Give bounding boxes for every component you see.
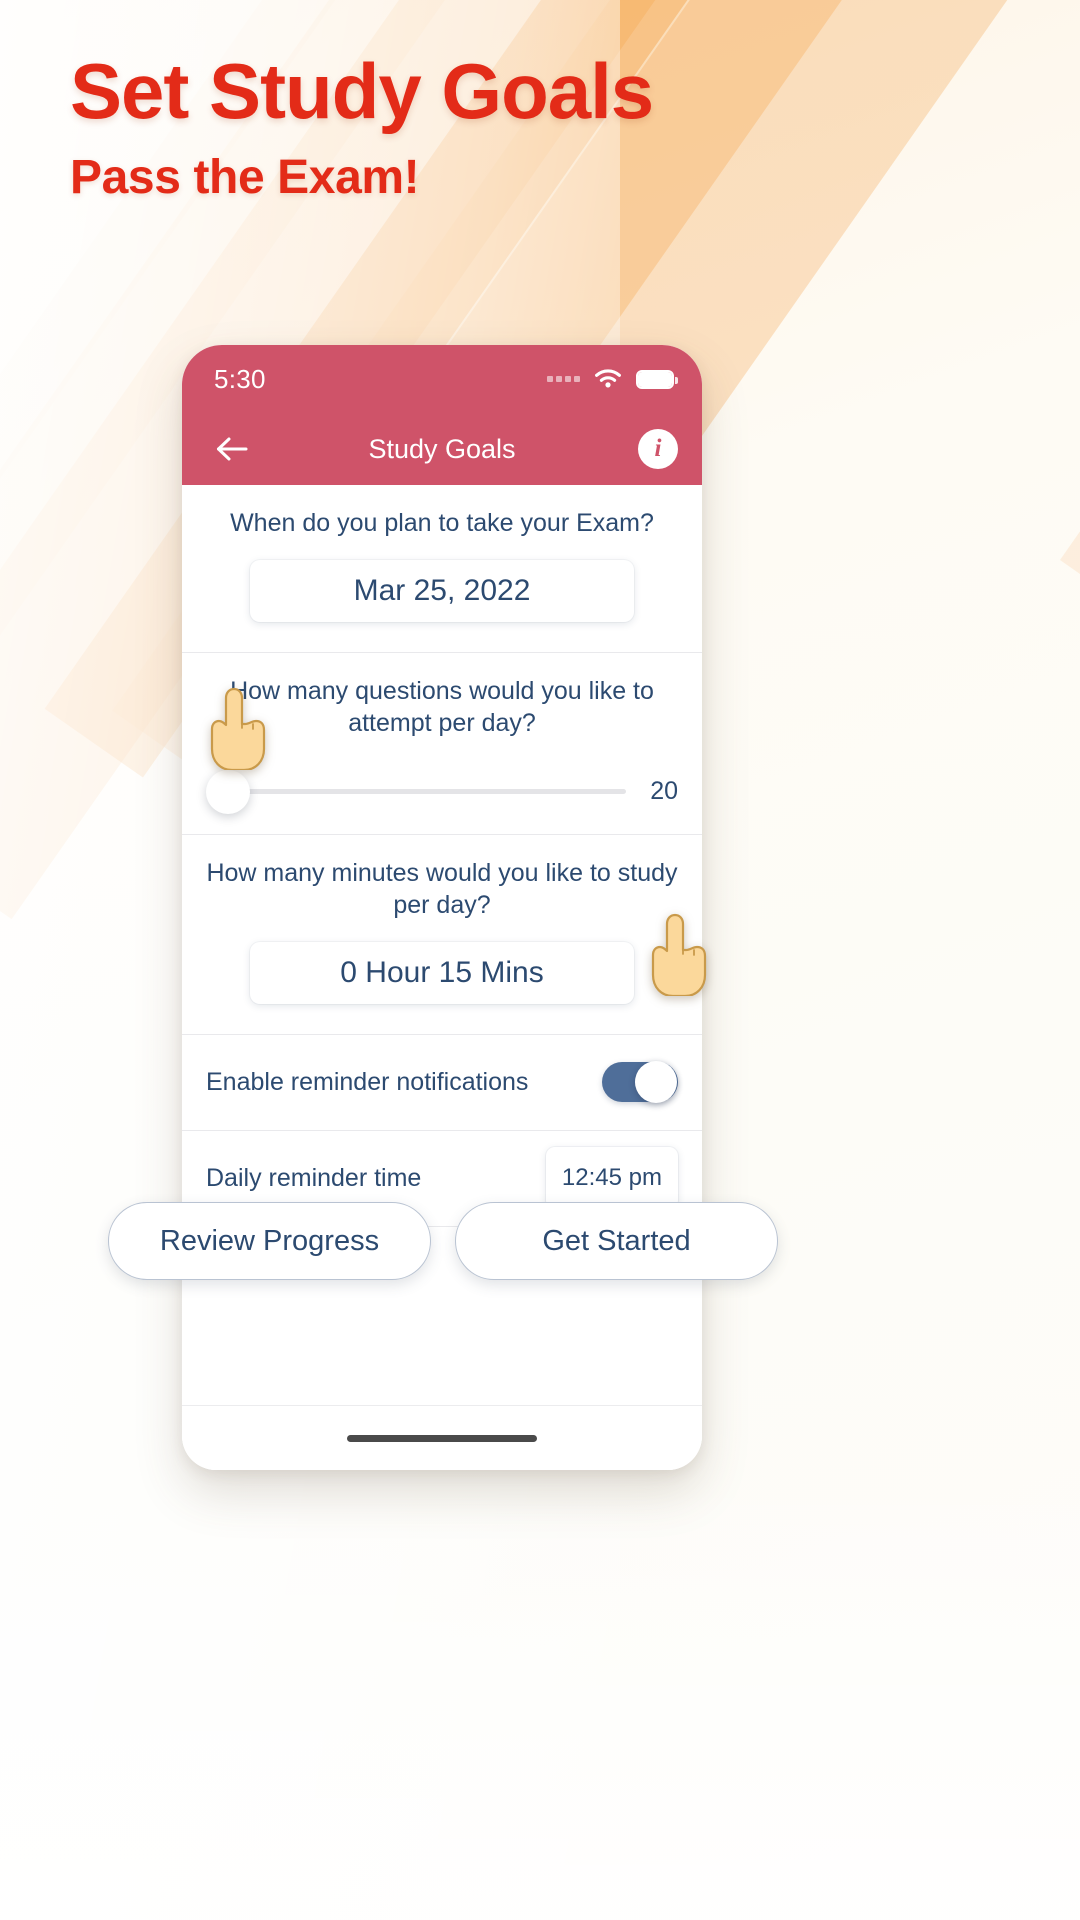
section-minutes-per-day: How many minutes would you like to study… xyxy=(182,835,702,1035)
background-stripe xyxy=(1060,437,1080,1019)
minutes-per-day-question: How many minutes would you like to study… xyxy=(206,858,678,920)
wifi-icon xyxy=(595,369,621,388)
slider-track xyxy=(210,789,626,794)
review-progress-button[interactable]: Review Progress xyxy=(108,1202,431,1280)
info-icon[interactable]: i xyxy=(638,429,678,469)
page-subtitle: Pass the Exam! xyxy=(70,150,420,204)
battery-full-icon xyxy=(636,369,678,389)
signal-dots-icon xyxy=(547,376,580,382)
exam-date-field[interactable]: Mar 25, 2022 xyxy=(250,559,634,622)
get-started-button[interactable]: Get Started xyxy=(455,1202,778,1280)
daily-reminder-time-field[interactable]: 12:45 pm xyxy=(545,1147,678,1209)
minutes-per-day-field[interactable]: 0 Hour 15 Mins xyxy=(250,941,634,1004)
cta-button-row: Review Progress Get Started xyxy=(108,1202,778,1280)
page-title: Set Study Goals xyxy=(70,47,654,135)
row-reminder-notifications: Enable reminder notifications xyxy=(182,1035,702,1131)
reminder-toggle-label: Enable reminder notifications xyxy=(206,1067,529,1096)
phone-screen: 5:30 Study Goals i When do you plan to t… xyxy=(182,345,702,1470)
questions-per-day-question: How many questions would you like to att… xyxy=(230,676,654,738)
poster-headline-block: Set Study Goals Pass the Exam! xyxy=(70,47,654,205)
home-indicator[interactable] xyxy=(347,1434,537,1442)
back-button[interactable] xyxy=(206,423,258,475)
exam-date-question: When do you plan to take your Exam? xyxy=(230,509,654,537)
toggle-knob xyxy=(635,1061,677,1103)
status-bar: 5:30 xyxy=(182,345,702,413)
section-exam-date: When do you plan to take your Exam? Mar … xyxy=(182,485,702,653)
questions-per-day-value: 20 xyxy=(650,777,678,805)
nav-bar: Study Goals i xyxy=(182,413,702,485)
arrow-left-icon xyxy=(217,437,248,461)
reminder-notifications-toggle[interactable] xyxy=(602,1061,678,1103)
home-indicator-area xyxy=(182,1405,702,1470)
reminder-time-label: Daily reminder time xyxy=(206,1163,422,1192)
status-bar-time: 5:30 xyxy=(214,363,266,394)
section-questions-per-day: How many questions would you like to att… xyxy=(182,653,702,835)
status-bar-icons xyxy=(547,368,678,390)
questions-per-day-slider[interactable] xyxy=(206,769,626,814)
phone-mockup: 5:30 Study Goals i When do you plan to t… xyxy=(182,345,702,1470)
nav-title: Study Goals xyxy=(368,433,516,464)
background-fade-bottom xyxy=(0,1460,1080,1920)
slider-thumb[interactable] xyxy=(206,769,250,814)
questions-per-day-slider-row: 20 xyxy=(206,769,678,814)
